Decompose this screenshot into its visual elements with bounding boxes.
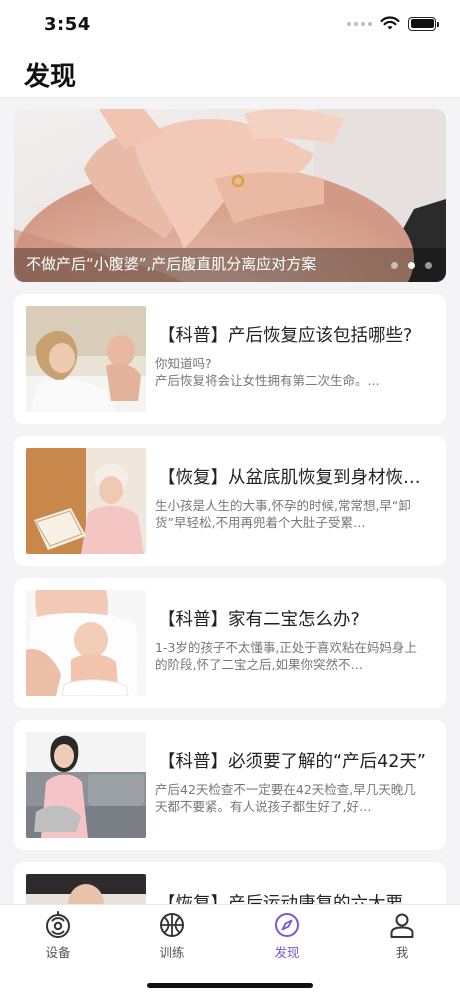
person-icon xyxy=(390,913,414,938)
tab-label: 我 xyxy=(395,945,409,960)
tab-label: 发现 xyxy=(274,945,300,960)
carousel-indicator xyxy=(391,262,432,269)
signal-icon xyxy=(347,21,372,26)
tab-device[interactable]: 设备 xyxy=(18,911,98,963)
tab-label: 训练 xyxy=(159,945,185,960)
basketball-icon xyxy=(160,913,184,937)
article-card[interactable]: 【科普】必须要了解的“产后42天” 产后42天检查不一定要在42天检查,早几天晚… xyxy=(14,720,446,850)
article-thumbnail xyxy=(26,448,146,554)
status-time: 3:54 xyxy=(44,14,91,35)
article-card[interactable]: 【科普】产后恢复应该包括哪些? 你知道吗? 产后恢复将会让女性拥有第二次生命。.… xyxy=(14,294,446,424)
tab-me[interactable]: 我 xyxy=(362,911,442,963)
discover-screen: 3:54 发现 不做产后“小腹婆”,产后腹直肌分离应对方案 【科普】产后恢复应该… xyxy=(0,0,460,996)
article-card[interactable]: 【恢复】产后运动康复的六大要… xyxy=(14,862,446,904)
wifi-icon xyxy=(380,16,400,30)
article-thumbnail xyxy=(26,874,146,904)
tab-training[interactable]: 训练 xyxy=(132,911,212,963)
article-title: 【恢复】从盆底肌恢复到身材恢… xyxy=(158,468,421,488)
article-thumbnail xyxy=(26,732,146,838)
article-card[interactable]: 【恢复】从盆底肌恢复到身材恢… 生小孩是人生的大事,怀孕的时候,常常想,早“卸货… xyxy=(14,436,446,566)
battery-icon xyxy=(408,16,439,31)
article-summary: 生小孩是人生的大事,怀孕的时候,常常想,早“卸货”早轻松,不用再兜着个大肚子受累… xyxy=(155,498,411,530)
article-summary: 1-3岁的孩子不太懂事,正处于喜欢粘在妈妈身上的阶段,怀了二宝之后,如果你突然不… xyxy=(155,640,417,672)
status-indicators xyxy=(347,16,439,31)
banner-caption: 不做产后“小腹婆”,产后腹直肌分离应对方案 xyxy=(26,255,317,273)
article-title: 【科普】家有二宝怎么办? xyxy=(158,610,360,630)
page-title: 发现 xyxy=(24,62,77,92)
article-card[interactable]: 【科普】家有二宝怎么办? 1-3岁的孩子不太懂事,正处于喜欢粘在妈妈身上的阶段,… xyxy=(14,578,446,708)
carousel-dot[interactable] xyxy=(391,262,398,269)
article-summary: 产后42天检查不一定要在42天检查,早几天晚几天都不要紧。有人说孩子都生好了,好… xyxy=(155,782,416,814)
bottom-tab-bar: 设备 训练 发现 我 xyxy=(0,904,460,996)
article-title: 【科普】产后恢复应该包括哪些? xyxy=(158,326,413,346)
page-header: 发现 xyxy=(0,50,460,98)
tab-label: 设备 xyxy=(45,945,71,960)
banner-carousel[interactable]: 不做产后“小腹婆”,产后腹直肌分离应对方案 xyxy=(14,109,446,282)
article-thumbnail xyxy=(26,590,146,696)
article-title: 【科普】必须要了解的“产后42天” xyxy=(158,752,426,772)
article-thumbnail xyxy=(26,306,146,412)
carousel-dot-active[interactable] xyxy=(408,262,415,269)
status-bar: 3:54 xyxy=(0,0,460,50)
article-title: 【恢复】产后运动康复的六大要… xyxy=(158,894,421,904)
device-icon xyxy=(46,911,70,938)
compass-icon xyxy=(275,913,299,937)
home-indicator xyxy=(147,983,313,988)
carousel-dot[interactable] xyxy=(425,262,432,269)
article-summary: 你知道吗? 产后恢复将会让女性拥有第二次生命。... xyxy=(155,356,380,388)
discover-feed[interactable]: 不做产后“小腹婆”,产后腹直肌分离应对方案 【科普】产后恢复应该包括哪些? 你知… xyxy=(0,99,460,904)
tab-discover[interactable]: 发现 xyxy=(247,911,327,963)
